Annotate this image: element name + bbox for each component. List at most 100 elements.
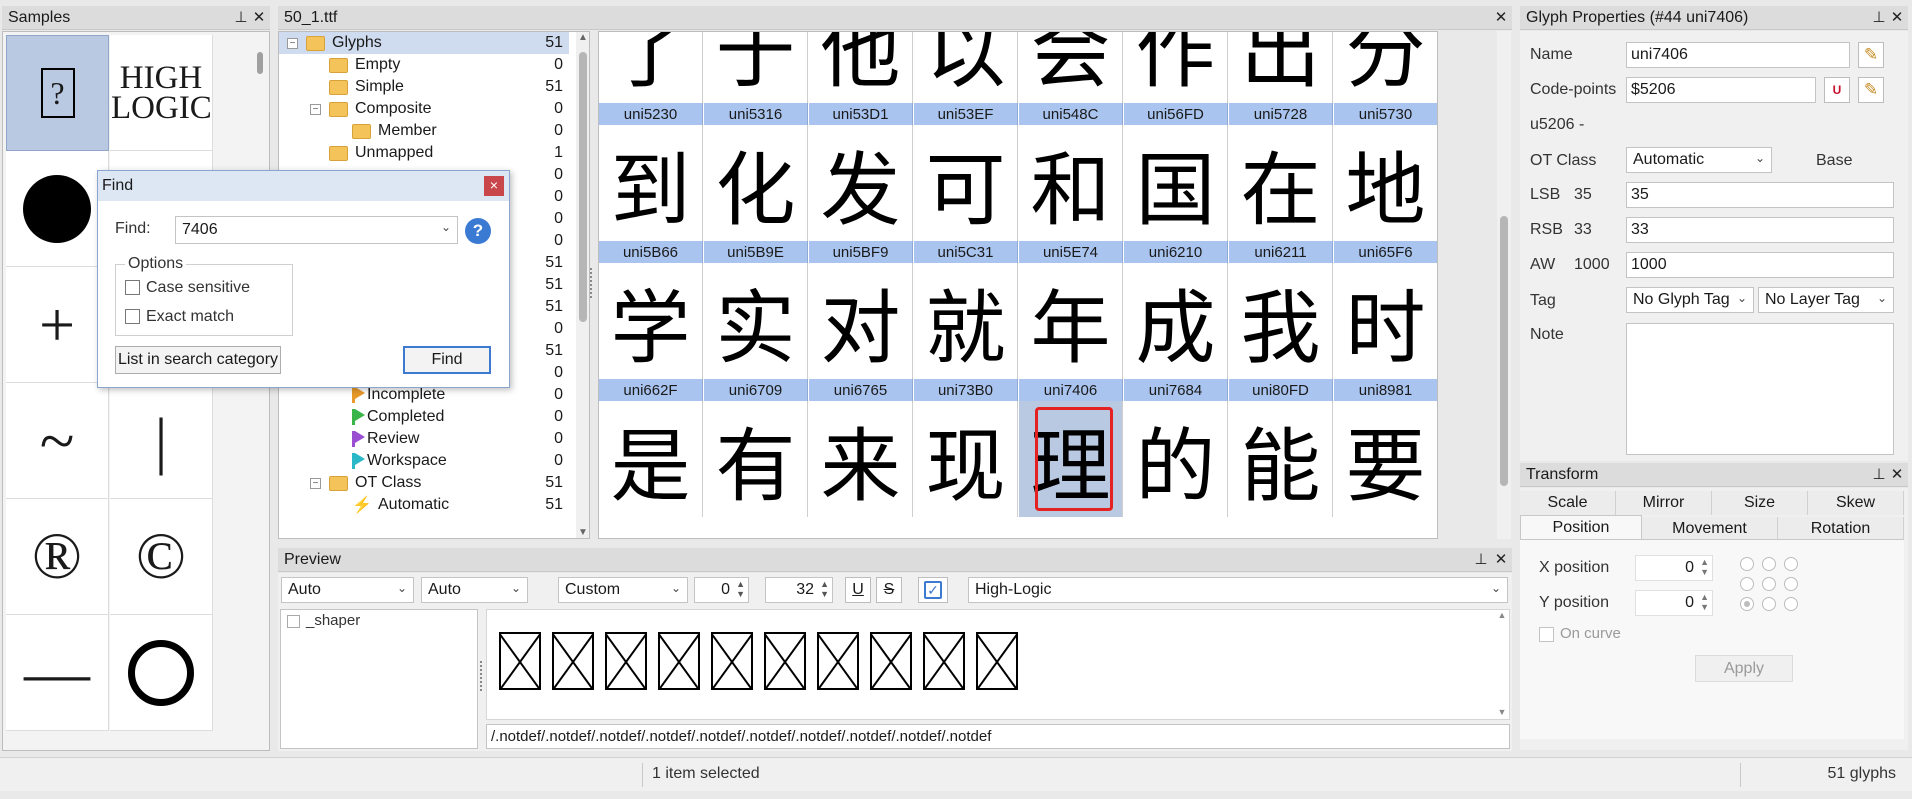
grid-scrollbar[interactable]: [1497, 31, 1511, 539]
anchor-radio[interactable]: [1762, 557, 1776, 571]
anchor-radio[interactable]: [1784, 577, 1798, 591]
glyph-cell[interactable]: 会: [1019, 32, 1123, 103]
pin-icon[interactable]: ⊥: [1870, 465, 1888, 483]
shaper-checkbox[interactable]: _shaper: [287, 612, 360, 629]
sample-highlogic[interactable]: HIGH LOGIC: [110, 35, 213, 151]
glyph-cell[interactable]: 来: [809, 401, 913, 517]
anchor-radio-selected[interactable]: [1740, 597, 1754, 611]
samples-scrollbar[interactable]: [257, 52, 263, 74]
tree-item[interactable]: Empty 0: [279, 54, 569, 76]
chevron-down-icon[interactable]: ⌄: [1737, 291, 1747, 305]
preview-text-field[interactable]: /.notdef/.notdef/.notdef/.notdef/.notdef…: [486, 724, 1510, 749]
scroll-down-icon[interactable]: ▼: [1495, 707, 1509, 717]
spinner-icon[interactable]: ▲ ▼: [736, 579, 745, 599]
anchor-radio[interactable]: [1784, 597, 1798, 611]
glyph-label[interactable]: uni5C31: [914, 241, 1018, 263]
close-icon[interactable]: ✕: [1888, 465, 1906, 483]
unicode-icon[interactable]: U: [1824, 77, 1850, 103]
glyph-cell[interactable]: 和: [1019, 125, 1123, 241]
splitter-handle[interactable]: [590, 268, 596, 298]
close-icon[interactable]: ✕: [1492, 8, 1510, 26]
codepoints-field[interactable]: $5206: [1626, 77, 1816, 103]
tree-item[interactable]: − Glyphs 51: [279, 32, 569, 54]
rsb-field[interactable]: 33: [1626, 217, 1894, 243]
y-position-field[interactable]: 0 ▲ ▼: [1635, 590, 1713, 616]
glyph-cell[interactable]: 要: [1334, 401, 1437, 517]
spinner-icon[interactable]: ▲ ▼: [1700, 557, 1709, 577]
size-spinner[interactable]: 32 ▲ ▼: [765, 577, 833, 603]
glyph-cell[interactable]: 到: [599, 125, 703, 241]
close-icon[interactable]: ✕: [1492, 550, 1510, 568]
chevron-down-icon[interactable]: ⌄: [671, 581, 681, 595]
tree-item[interactable]: Workspace 0: [279, 450, 569, 472]
strikethrough-icon[interactable]: S: [876, 577, 902, 603]
case-sensitive-checkbox[interactable]: Case sensitive: [125, 279, 285, 297]
glyph-cell[interactable]: 国: [1124, 125, 1228, 241]
checkbox-box[interactable]: [287, 614, 300, 628]
glyph-label[interactable]: uni7684: [1124, 379, 1228, 401]
glyph-cell[interactable]: 有: [704, 401, 808, 517]
on-curve-checkbox[interactable]: On curve: [1539, 625, 1621, 642]
tab-size[interactable]: Size: [1712, 491, 1808, 515]
find-button[interactable]: Find: [403, 346, 491, 374]
glyph-label[interactable]: uni53EF: [914, 103, 1018, 125]
glyph-cell[interactable]: 发: [809, 125, 913, 241]
exact-match-checkbox[interactable]: Exact match: [125, 308, 285, 326]
chevron-down-icon[interactable]: ⌄: [1877, 291, 1887, 305]
anchor-radio[interactable]: [1740, 557, 1754, 571]
find-input[interactable]: 7406 ⌄: [175, 216, 458, 244]
scroll-thumb[interactable]: [579, 52, 587, 322]
sample-copyright[interactable]: ©: [110, 499, 213, 615]
otclass-dropdown[interactable]: Automatic ⌄: [1626, 147, 1772, 173]
tree-item[interactable]: − Composite 0: [279, 98, 569, 120]
apply-button[interactable]: Apply: [1695, 655, 1793, 682]
glyph-label[interactable]: uni5B9E: [704, 241, 808, 263]
glyph-tag-dropdown[interactable]: No Glyph Tag ⌄: [1626, 287, 1754, 313]
sample-question[interactable]: ?: [6, 35, 109, 151]
glyph-cell[interactable]: 对: [809, 263, 913, 379]
glyph-cell[interactable]: 了: [599, 32, 703, 103]
pin-icon[interactable]: ⊥: [1472, 550, 1490, 568]
spacing-spinner[interactable]: 0 ▲ ▼: [694, 577, 749, 603]
tree-item[interactable]: Member 0: [279, 120, 569, 142]
glyph-label[interactable]: uni6765: [809, 379, 913, 401]
glyph-label[interactable]: uni6211: [1229, 241, 1333, 263]
edit-pencil-icon[interactable]: ✎: [1858, 42, 1884, 68]
pin-icon[interactable]: ⊥: [1870, 8, 1888, 26]
features-dropdown[interactable]: Custom ⌄: [558, 577, 688, 603]
checkmark-toggle-icon[interactable]: ✓: [918, 577, 948, 603]
spinner-icon[interactable]: ▲ ▼: [1700, 592, 1709, 612]
tab-skew[interactable]: Skew: [1808, 491, 1904, 515]
glyph-cell[interactable]: 他: [809, 32, 913, 103]
glyph-cell[interactable]: 现: [914, 401, 1018, 517]
spinner-icon[interactable]: ▲ ▼: [820, 579, 829, 599]
glyph-cell[interactable]: 我: [1229, 263, 1333, 379]
scroll-thumb[interactable]: [1500, 216, 1508, 486]
tab-scale[interactable]: Scale: [1520, 491, 1616, 515]
anchor-radio[interactable]: [1740, 577, 1754, 591]
tree-item[interactable]: Review 0: [279, 428, 569, 450]
chevron-down-icon[interactable]: ⌄: [1491, 581, 1501, 595]
underline-icon[interactable]: U: [845, 577, 871, 603]
glyph-cell[interactable]: 时: [1334, 263, 1437, 379]
glyph-cell[interactable]: 学: [599, 263, 703, 379]
glyph-label[interactable]: uni5316: [704, 103, 808, 125]
tree-item[interactable]: − OT Class 51: [279, 472, 569, 494]
sample-bullet[interactable]: [6, 151, 109, 267]
preview-scrollbar[interactable]: ▲ ▼: [1495, 610, 1509, 719]
language-dropdown[interactable]: Auto ⌄: [421, 577, 528, 603]
glyph-cell[interactable]: 可: [914, 125, 1018, 241]
edit-pencil-icon[interactable]: ✎: [1858, 77, 1884, 103]
checkbox-box[interactable]: [125, 309, 140, 325]
layer-tag-dropdown[interactable]: No Layer Tag ⌄: [1758, 287, 1894, 313]
glyph-cell[interactable]: 作: [1124, 32, 1228, 103]
sample-registered[interactable]: ®: [6, 499, 109, 615]
glyph-label[interactable]: uni65F6: [1334, 241, 1437, 263]
collapse-icon[interactable]: −: [287, 37, 298, 49]
sample-tilde[interactable]: ~: [6, 383, 109, 499]
chevron-down-icon[interactable]: ⌄: [511, 581, 521, 595]
glyph-cell[interactable]: 实: [704, 263, 808, 379]
glyph-label[interactable]: uni5BF9: [809, 241, 913, 263]
font-dropdown[interactable]: High-Logic ⌄: [968, 577, 1508, 603]
glyph-cell[interactable]: 理: [1019, 401, 1123, 517]
